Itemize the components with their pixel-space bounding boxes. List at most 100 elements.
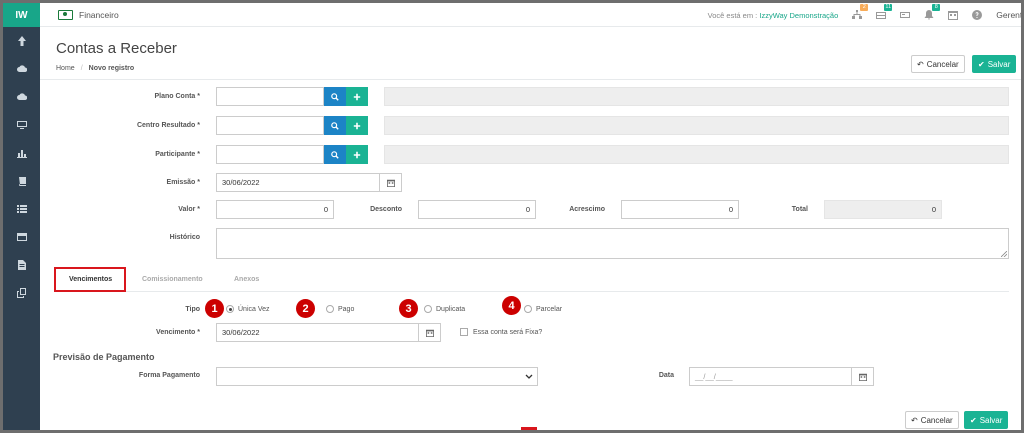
participante-add-button[interactable]: [346, 145, 368, 164]
vencimento-input[interactable]: 30/06/2022: [216, 323, 419, 342]
cancel-button-top[interactable]: ↶ Cancelar: [911, 55, 965, 73]
radio-pago[interactable]: [326, 305, 334, 313]
sitemap-icon[interactable]: 2: [852, 4, 869, 20]
radio-duplicata[interactable]: [424, 305, 432, 313]
document-icon[interactable]: [3, 251, 40, 279]
cancel-label: Cancelar: [926, 59, 959, 69]
vencimento-calendar-button[interactable]: [419, 323, 441, 342]
centro-resultado-label: Centro Resultado *: [136, 122, 200, 129]
undo-icon: ↶: [911, 415, 918, 425]
radio-duplicata-label[interactable]: Duplicata: [436, 306, 465, 313]
radio-pago-label[interactable]: Pago: [338, 306, 354, 313]
tipo-label: Tipo: [185, 306, 200, 313]
app-window: IW Financeiro Você está em : IzzyWay Dem…: [3, 3, 1021, 430]
desconto-input[interactable]: 0: [418, 200, 536, 219]
cloud-download-icon[interactable]: [3, 83, 40, 111]
check-icon: ✔: [978, 59, 985, 69]
historico-label: Histórico: [169, 234, 200, 241]
sitemap-badge: 2: [860, 4, 869, 11]
calendar-icon: [386, 179, 395, 187]
sidebar: IW: [3, 3, 40, 430]
radio-parcelar-label[interactable]: Parcelar: [536, 306, 562, 313]
copy-icon[interactable]: [3, 279, 40, 307]
save-button-bottom[interactable]: ✔ Salvar: [964, 411, 1009, 429]
plus-icon: [353, 151, 361, 158]
radio-parcelar[interactable]: [524, 305, 532, 313]
emissao-input[interactable]: 30/06/2022: [216, 173, 380, 192]
marker-3: 3: [399, 299, 418, 318]
search-icon: [331, 92, 339, 101]
location-company[interactable]: IzzyWay Demonstração: [759, 11, 838, 20]
app-logo[interactable]: IW: [3, 3, 40, 27]
plano-conta-add-button[interactable]: [346, 87, 368, 106]
data-input[interactable]: __/__/____: [689, 367, 852, 386]
participante-label: Participante *: [155, 151, 200, 158]
table-icon[interactable]: [3, 223, 40, 251]
historico-textarea[interactable]: [216, 228, 1009, 259]
search-icon: [331, 150, 339, 159]
conta-fixa-checkbox[interactable]: [460, 328, 468, 336]
book-icon[interactable]: [3, 167, 40, 195]
participante-search-button[interactable]: [324, 145, 346, 164]
plus-icon: [353, 93, 361, 100]
save-label: Salvar: [979, 415, 1003, 425]
save-button-top[interactable]: ✔ Salvar: [972, 55, 1017, 73]
cancel-button-bottom[interactable]: ↶ Cancelar: [905, 411, 959, 429]
top-bar: Financeiro Você está em : IzzyWay Demons…: [40, 3, 1021, 27]
user-menu[interactable]: Gerente: [996, 10, 1021, 20]
total-input: 0: [824, 200, 942, 219]
top-right-area: Você está em : IzzyWay Demonstração 2 11…: [708, 3, 1021, 27]
plano-conta-search-button[interactable]: [324, 87, 346, 106]
company-location[interactable]: Você está em : IzzyWay Demonstração: [708, 11, 839, 20]
data-calendar-button[interactable]: [852, 367, 874, 386]
marker-1: 1: [205, 299, 224, 318]
emissao-calendar-button[interactable]: [380, 173, 402, 192]
calendar-icon: [858, 373, 867, 381]
calendar-icon[interactable]: [948, 10, 959, 20]
undo-icon: ↶: [917, 59, 924, 69]
participante-input[interactable]: [216, 145, 324, 164]
inbox-badge: 11: [884, 4, 893, 11]
help-icon[interactable]: [972, 10, 983, 20]
breadcrumb-home[interactable]: Home: [56, 65, 75, 72]
card-icon[interactable]: [900, 10, 911, 20]
plano-conta-input[interactable]: [216, 87, 324, 106]
emissao-label: Emissão *: [166, 179, 200, 186]
resize-handle-icon[interactable]: [1001, 251, 1007, 257]
acrescimo-label: Acrescimo: [569, 206, 605, 213]
centro-resultado-input[interactable]: [216, 116, 324, 135]
plus-icon: [353, 122, 361, 129]
tab-divider: [54, 291, 1009, 292]
bottom-accent-mark: [521, 427, 537, 430]
bar-chart-icon[interactable]: [3, 139, 40, 167]
radio-unica-vez-label[interactable]: Única Vez: [238, 306, 270, 313]
centro-resultado-search-button[interactable]: [324, 116, 346, 135]
check-icon: ✔: [970, 415, 977, 425]
tab-vencimentos[interactable]: Vencimentos: [69, 276, 112, 283]
monitor-icon[interactable]: [3, 111, 40, 139]
module-label: Financeiro: [79, 9, 119, 20]
forma-pagamento-select[interactable]: [216, 367, 538, 386]
main-area: Financeiro Você está em : IzzyWay Demons…: [40, 3, 1021, 430]
arrow-up-icon[interactable]: [3, 27, 40, 55]
breadcrumb-separator: /: [80, 65, 83, 72]
conta-fixa-label[interactable]: Essa conta será Fixa?: [473, 329, 542, 336]
list-icon[interactable]: [3, 195, 40, 223]
marker-4: 4: [502, 296, 521, 315]
valor-input[interactable]: 0: [216, 200, 334, 219]
save-label: Salvar: [987, 59, 1011, 69]
participante-description: [384, 145, 1009, 164]
tab-comissionamento[interactable]: Comissionamento: [142, 276, 203, 283]
tab-anexos[interactable]: Anexos: [234, 276, 259, 283]
form-content: Plano Conta * Centro Resultado * Partici…: [40, 80, 1021, 430]
module-link[interactable]: Financeiro: [58, 9, 119, 20]
radio-unica-vez[interactable]: [226, 305, 234, 313]
bell-icon[interactable]: 8: [924, 4, 941, 20]
centro-resultado-add-button[interactable]: [346, 116, 368, 135]
cloud-upload-icon[interactable]: [3, 55, 40, 83]
location-prefix: Você está em :: [707, 10, 758, 20]
acrescimo-input[interactable]: 0: [621, 200, 739, 219]
inbox-icon[interactable]: 11: [876, 4, 893, 20]
data-label: Data: [658, 372, 674, 379]
money-icon: [58, 9, 73, 20]
